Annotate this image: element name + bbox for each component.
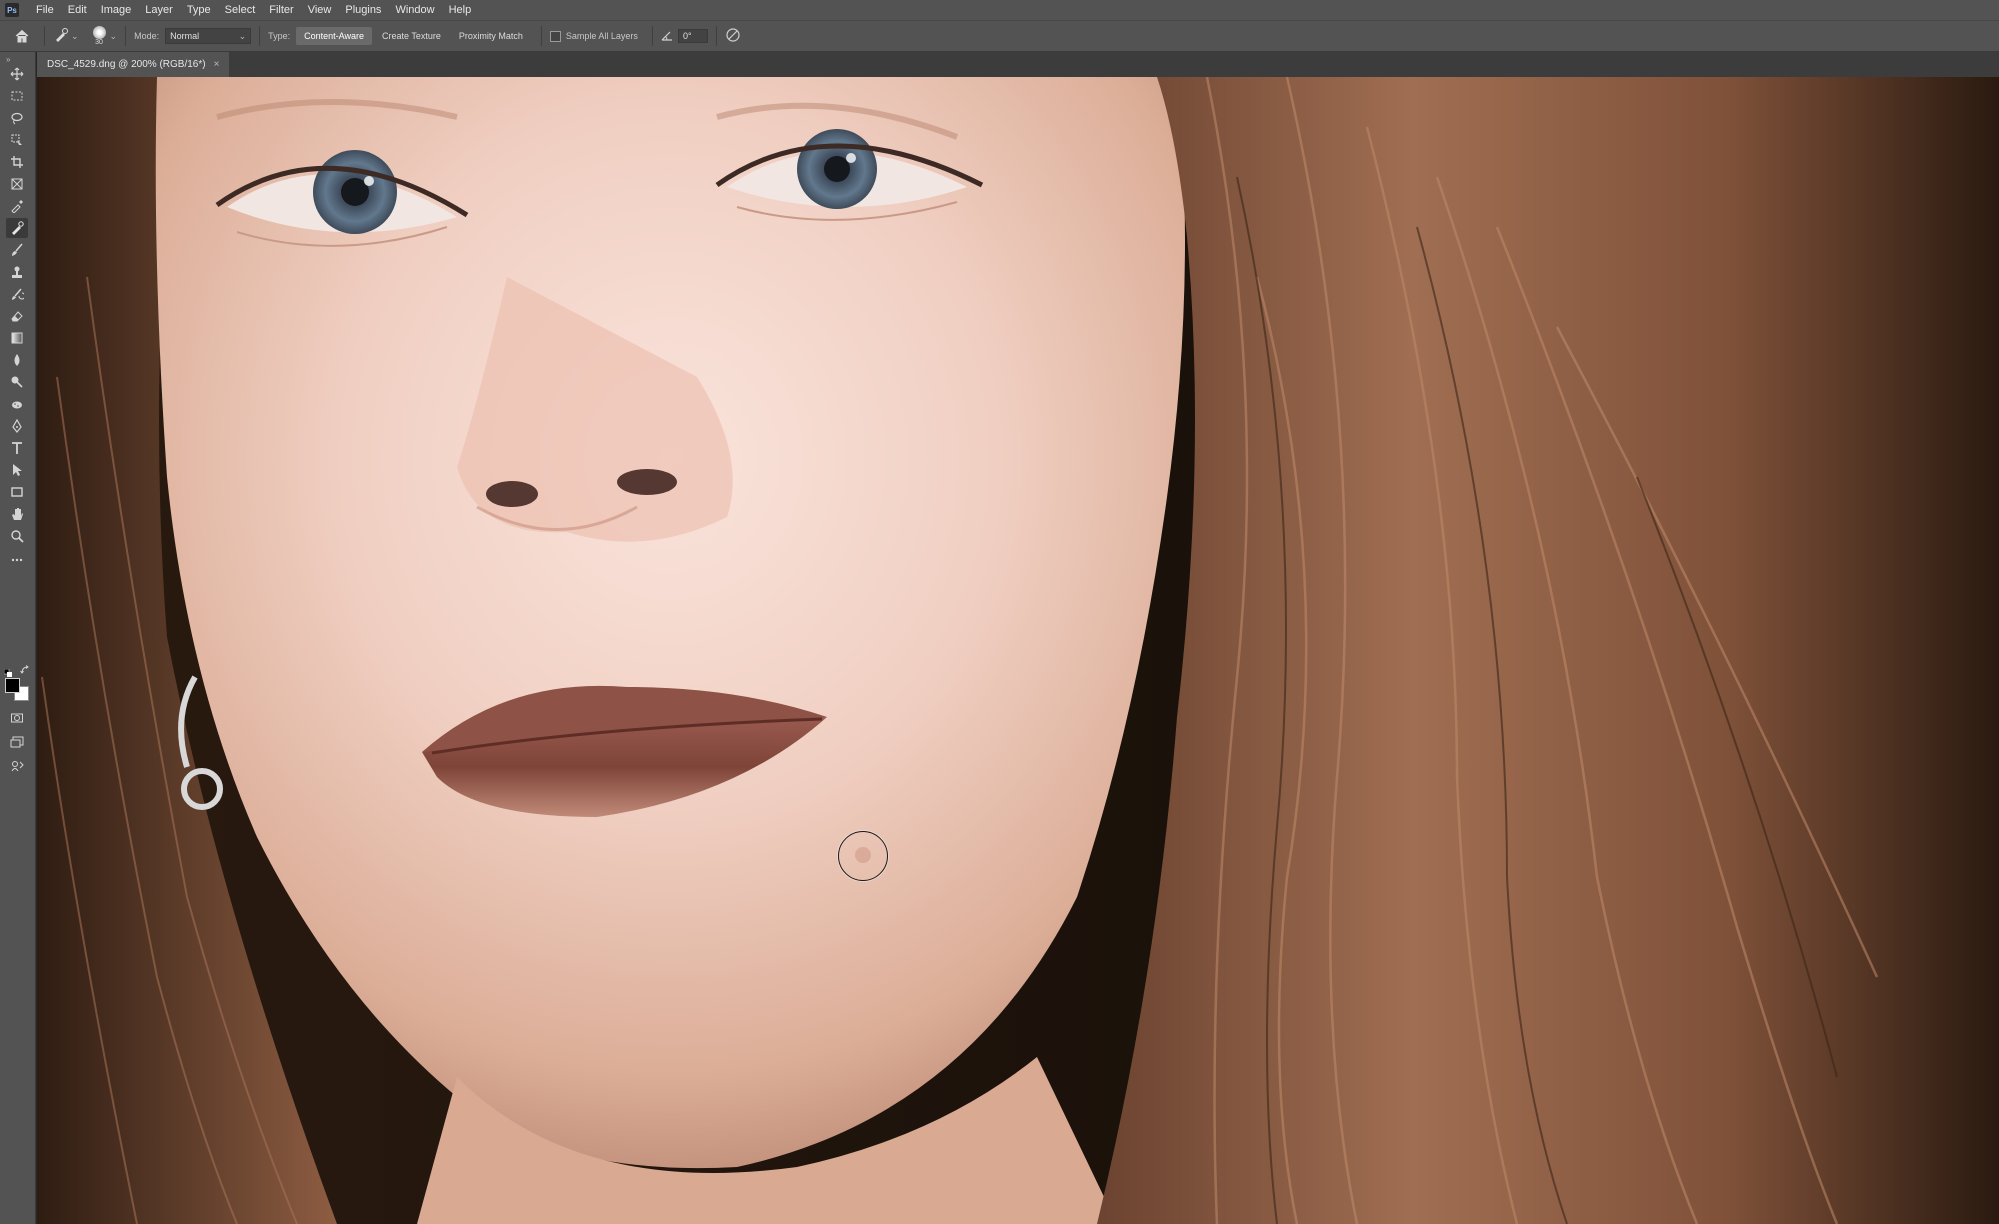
brush-tip-icon [92, 25, 106, 39]
close-tab-icon[interactable]: × [214, 59, 220, 70]
divider [715, 26, 717, 46]
options-bar: ⌄ 30 ⌄ Mode: Normal ⌄ Type: Content-Awar… [0, 20, 1999, 52]
pen-tool-icon[interactable] [6, 416, 28, 436]
frame-tool-icon[interactable] [6, 174, 28, 194]
eraser-tool-icon[interactable] [6, 306, 28, 326]
image-canvas[interactable] [37, 77, 1999, 1224]
move-tool-icon[interactable] [6, 64, 28, 84]
path-selection-tool-icon[interactable] [6, 460, 28, 480]
type-tool-icon[interactable] [6, 438, 28, 458]
brush-tool-icon[interactable] [6, 240, 28, 260]
hand-tool-icon[interactable] [6, 504, 28, 524]
menu-select[interactable]: Select [218, 4, 263, 16]
lasso-tool-icon[interactable] [6, 108, 28, 128]
mode-label: Mode: [134, 31, 160, 41]
divider [651, 26, 653, 46]
type-proximity-match-button[interactable]: Proximity Match [451, 27, 531, 45]
spot-healing-brush-icon [53, 27, 69, 45]
object-selection-tool-icon[interactable] [6, 130, 28, 150]
crop-tool-icon[interactable] [6, 152, 28, 172]
marquee-tool-icon[interactable] [6, 86, 28, 106]
foreground-color-swatch[interactable] [5, 678, 20, 693]
menu-view[interactable]: View [301, 4, 339, 16]
share-icon[interactable] [6, 756, 28, 776]
menu-help[interactable]: Help [442, 4, 479, 16]
brush-size-value: 30 [95, 38, 103, 46]
pressure-size-icon[interactable] [725, 27, 741, 45]
sample-all-layers-checkbox[interactable] [549, 30, 561, 42]
divider [540, 26, 542, 46]
document-tab-bar: DSC_4529.dng @ 200% (RGB/16*) × [37, 52, 1999, 77]
document-tab-title: DSC_4529.dng @ 200% (RGB/16*) [47, 59, 206, 70]
photoshop-logo-icon[interactable]: Ps [5, 3, 19, 17]
chevron-down-icon: ⌄ [238, 30, 247, 41]
gradient-tool-icon[interactable] [6, 328, 28, 348]
angle-icon [661, 29, 673, 43]
mode-select[interactable]: Normal ⌄ [165, 28, 252, 44]
menu-window[interactable]: Window [388, 4, 441, 16]
menu-image[interactable]: Image [94, 4, 139, 16]
mode-select-value: Normal [170, 31, 200, 41]
document-tab[interactable]: DSC_4529.dng @ 200% (RGB/16*) × [37, 52, 230, 77]
tool-preset-picker[interactable]: ⌄ [53, 27, 79, 45]
chevron-down-icon: ⌄ [71, 30, 79, 41]
tools-panel: » [0, 52, 36, 1224]
zoom-tool-icon[interactable] [6, 526, 28, 546]
divider [44, 26, 45, 46]
type-create-texture-button[interactable]: Create Texture [374, 27, 449, 45]
default-colors-icon[interactable] [3, 664, 12, 677]
menu-layer[interactable]: Layer [138, 4, 180, 16]
home-icon[interactable] [8, 28, 36, 44]
blur-tool-icon[interactable] [6, 350, 28, 370]
brush-angle-input[interactable]: 0° [677, 29, 708, 43]
divider [125, 26, 127, 46]
portrait-photo [37, 77, 1999, 1224]
collapse-panel-icon[interactable]: » [6, 55, 10, 64]
sample-all-layers-label: Sample All Layers [565, 31, 638, 41]
screen-mode-icon[interactable] [6, 732, 28, 752]
menu-bar: Ps File Edit Image Layer Type Select Fil… [0, 0, 1999, 20]
menu-filter[interactable]: Filter [262, 4, 300, 16]
eyedropper-tool-icon[interactable] [6, 196, 28, 216]
history-brush-tool-icon[interactable] [6, 284, 28, 304]
swap-colors-icon[interactable] [20, 662, 30, 674]
menu-edit[interactable]: Edit [61, 4, 94, 16]
menu-type[interactable]: Type [180, 4, 218, 16]
type-label: Type: [268, 31, 291, 41]
brush-cursor-circle [838, 831, 888, 881]
chevron-down-icon[interactable]: ⌄ [110, 31, 118, 42]
rectangle-tool-icon[interactable] [6, 482, 28, 502]
type-content-aware-button[interactable]: Content-Aware [296, 27, 372, 45]
menu-plugins[interactable]: Plugins [338, 4, 388, 16]
edit-toolbar-icon[interactable] [6, 550, 28, 570]
clone-stamp-tool-icon[interactable] [6, 262, 28, 282]
sponge-tool-icon[interactable] [6, 394, 28, 414]
divider [259, 26, 261, 46]
brush-size-picker[interactable]: 30 [92, 25, 106, 47]
menu-file[interactable]: File [29, 4, 61, 16]
dodge-tool-icon[interactable] [6, 372, 28, 392]
quick-mask-icon[interactable] [6, 708, 28, 728]
spot-healing-brush-tool-icon[interactable] [6, 218, 28, 238]
